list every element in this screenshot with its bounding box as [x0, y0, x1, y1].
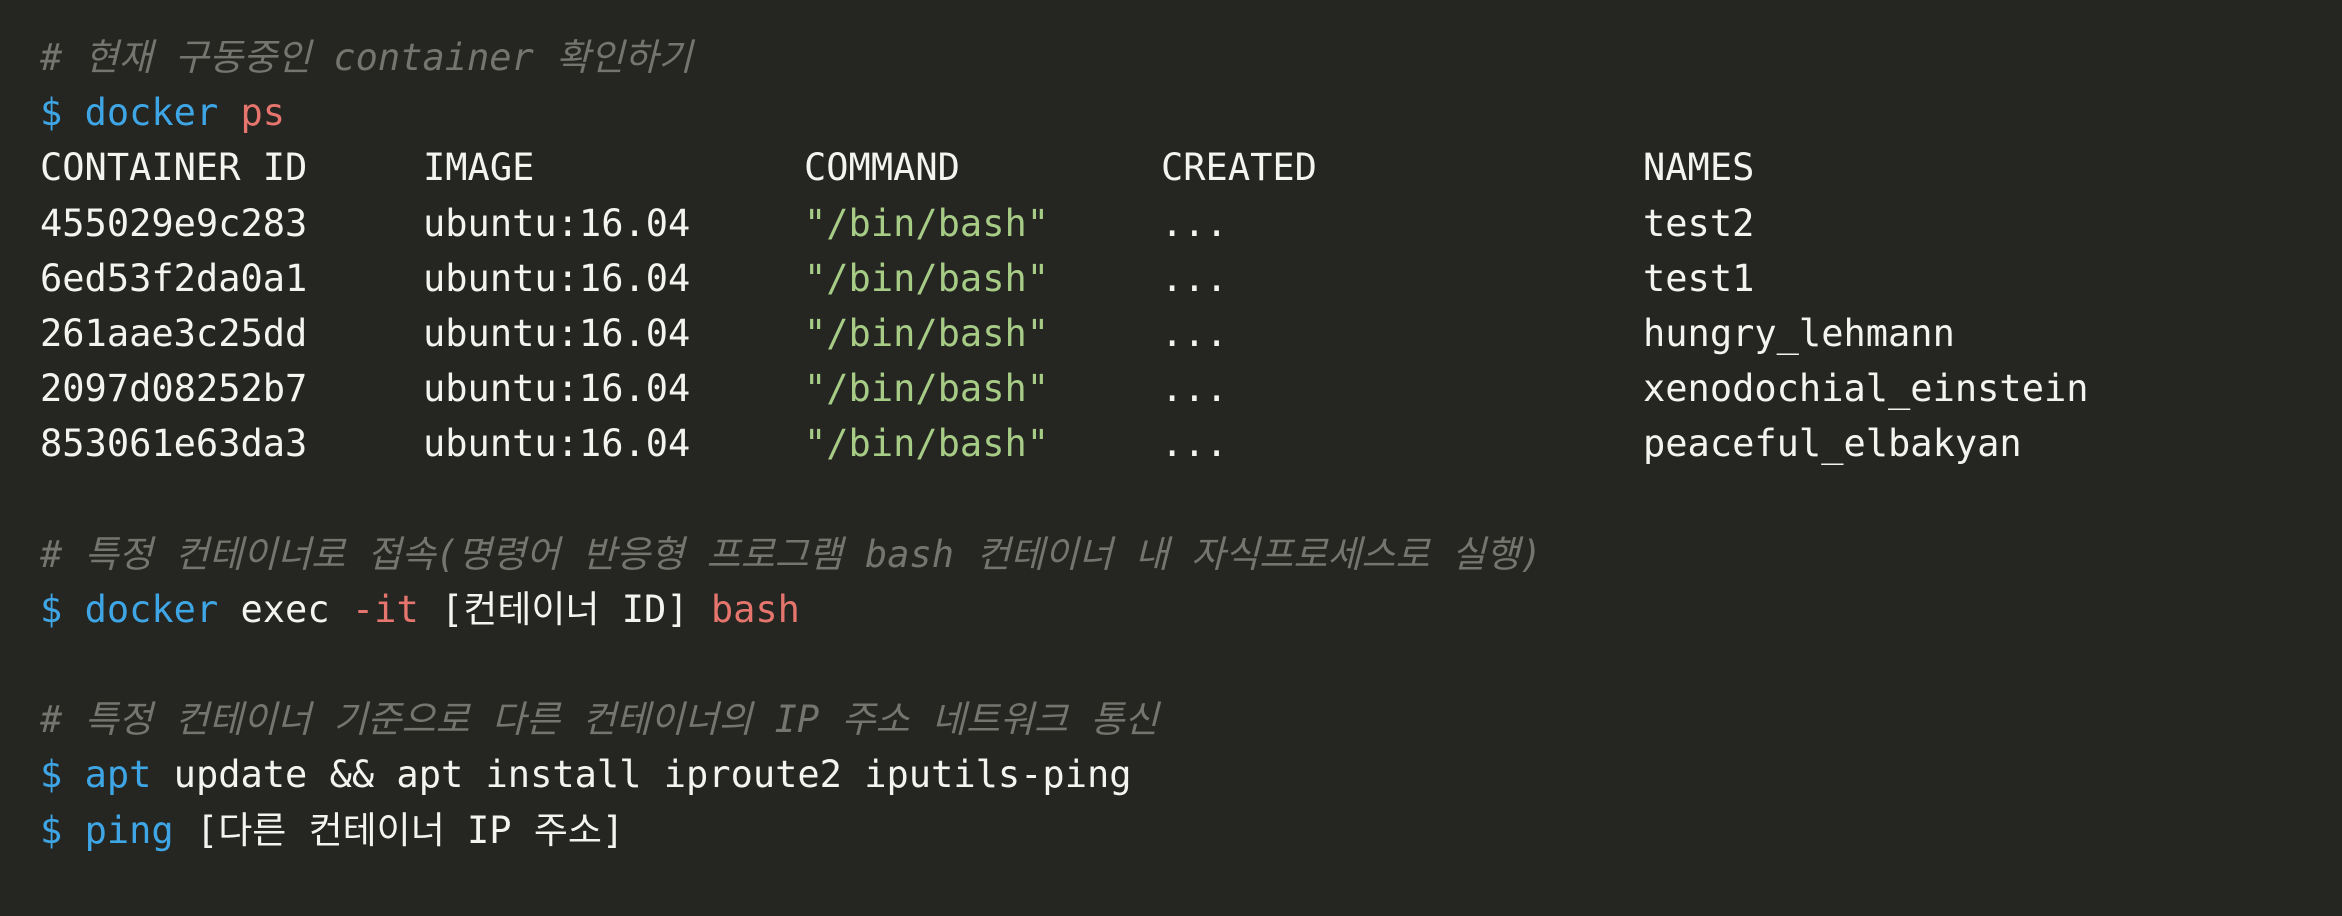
command-apt-install: $ apt update && apt install iproute2 ipu… [40, 747, 2342, 802]
container-image: ubuntu:16.04 [423, 256, 691, 300]
prompt-symbol: $ [40, 808, 63, 852]
terminal-output[interactable]: # 현재 구동중인 container 확인하기 $ docker ps CON… [0, 0, 2342, 916]
container-id: 261aae3c25dd [40, 311, 308, 355]
command-name: ping [84, 808, 174, 852]
container-image: ubuntu:16.04 [423, 311, 691, 355]
command-name: apt [84, 753, 152, 797]
command-flag: -it [351, 587, 419, 631]
command-ping: $ ping [다른 컨테이너 IP 주소] [40, 803, 2342, 858]
prompt-symbol: $ [40, 91, 63, 135]
container-id: 455029e9c283 [40, 201, 308, 245]
container-image: ubuntu:16.04 [423, 201, 691, 245]
container-command: "/bin/bash" [804, 311, 1050, 355]
container-name: peaceful_elbakyan [1643, 422, 2022, 466]
table-row: 853061e63da3 ubuntu:16.04 "/bin/bash" ..… [40, 416, 2342, 471]
container-id: 2097d08252b7 [40, 367, 308, 411]
table-header: CONTAINER ID IMAGE COMMAND CREATED NAMES [40, 140, 2342, 195]
command-docker-exec: $ docker exec -it [컨테이너 ID] bash [40, 582, 2342, 637]
command-target: [컨테이너 ID] [441, 587, 689, 631]
table-row: 2097d08252b7 ubuntu:16.04 "/bin/bash" ..… [40, 361, 2342, 416]
header-command: COMMAND [804, 146, 960, 190]
container-created: ... [1161, 422, 1228, 466]
command-target: [다른 컨테이너 IP 주소] [195, 808, 625, 852]
table-row: 455029e9c283 ubuntu:16.04 "/bin/bash" ..… [40, 196, 2342, 251]
container-name: test1 [1643, 256, 1755, 300]
container-id: 6ed53f2da0a1 [40, 256, 308, 300]
container-image: ubuntu:16.04 [423, 422, 691, 466]
command-subcommand: exec [240, 587, 330, 631]
header-names: NAMES [1643, 146, 1755, 190]
container-command: "/bin/bash" [804, 256, 1050, 300]
header-created: CREATED [1161, 146, 1317, 190]
command-arguments: update && apt install iproute2 iputils-p… [173, 753, 1132, 797]
container-command: "/bin/bash" [804, 422, 1050, 466]
container-id: 853061e63da3 [40, 422, 308, 466]
command-argument: ps [240, 91, 286, 135]
comment-network: # 특정 컨테이너 기준으로 다른 컨테이너의 IP 주소 네트워크 통신 [40, 698, 1159, 742]
container-created: ... [1161, 311, 1228, 355]
header-image: IMAGE [423, 146, 535, 190]
container-command: "/bin/bash" [804, 367, 1050, 411]
container-command: "/bin/bash" [804, 201, 1050, 245]
command-name: docker [84, 91, 219, 135]
table-row: 6ed53f2da0a1 ubuntu:16.04 "/bin/bash" ..… [40, 251, 2342, 306]
table-row: 261aae3c25dd ubuntu:16.04 "/bin/bash" ..… [40, 306, 2342, 361]
container-name: test2 [1643, 201, 1755, 245]
container-name: xenodochial_einstein [1643, 367, 2089, 411]
container-created: ... [1161, 367, 1228, 411]
command-docker-ps: $ docker ps [40, 85, 2342, 140]
comment-check-running: # 현재 구동중인 container 확인하기 [40, 36, 693, 79]
comment-exec-into: # 특정 컨테이너로 접속(명령어 반응형 프로그램 bash 컨테이너 내 자… [40, 532, 1543, 576]
container-created: ... [1161, 201, 1228, 245]
container-image: ubuntu:16.04 [423, 367, 691, 411]
container-name: hungry_lehmann [1643, 311, 1955, 355]
command-shell: bash [710, 587, 800, 631]
container-created: ... [1161, 256, 1228, 300]
header-container-id: CONTAINER ID [40, 146, 308, 190]
